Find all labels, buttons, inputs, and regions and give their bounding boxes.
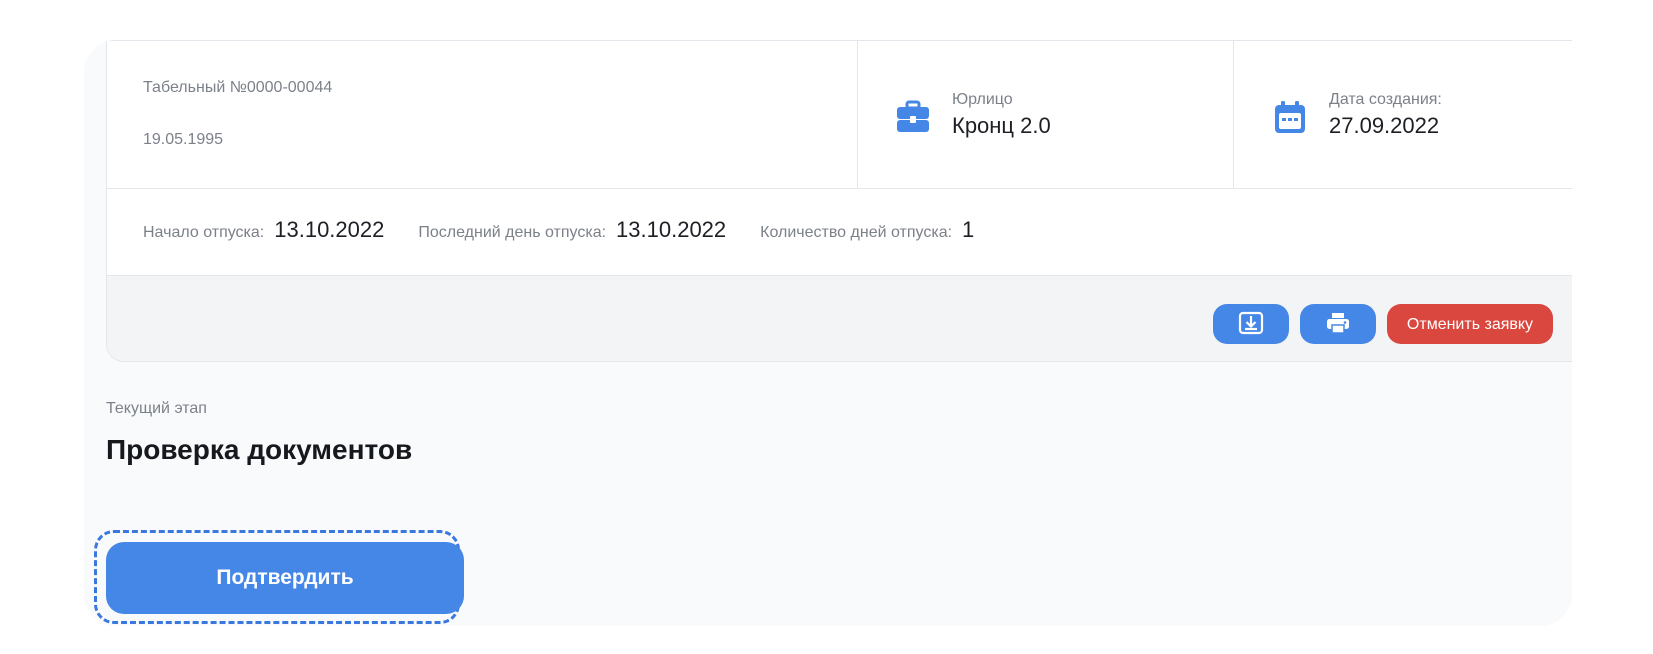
current-stage-title: Проверка документов bbox=[106, 434, 413, 465]
employee-cell: Табельный №0000-00044 19.05.1995 bbox=[107, 41, 858, 188]
vacation-period-row: Начало отпуска: 13.10.2022 Последний ден… bbox=[107, 189, 1572, 276]
vacation-start-label: Начало отпуска: bbox=[143, 224, 265, 241]
print-button[interactable] bbox=[1300, 304, 1376, 344]
vacation-end-label: Последний день отпуска: bbox=[418, 224, 607, 241]
vacation-start-value: 13.10.2022 bbox=[274, 217, 385, 242]
organization-label: Юрлицо bbox=[952, 91, 1013, 108]
current-stage-label: Текущий этап bbox=[106, 400, 207, 417]
calendar-icon bbox=[1272, 99, 1308, 135]
cancel-request-button[interactable]: Отменить заявку bbox=[1387, 304, 1553, 344]
organization-cell: Юрлицо Кронц 2.0 bbox=[857, 41, 1234, 188]
created-date-label: Дата создания: bbox=[1329, 91, 1442, 108]
briefcase-icon bbox=[895, 99, 931, 135]
request-info-row: Табельный №0000-00044 19.05.1995 Юрлицо … bbox=[107, 41, 1572, 189]
employee-birth-date: 19.05.1995 bbox=[143, 131, 224, 148]
created-date-value: 27.09.2022 bbox=[1329, 113, 1440, 138]
employee-tab-number: Табельный №0000-00044 bbox=[143, 79, 333, 96]
page: Табельный №0000-00044 19.05.1995 Юрлицо … bbox=[0, 0, 1653, 654]
download-button[interactable] bbox=[1213, 304, 1289, 344]
confirm-button[interactable]: Подтвердить bbox=[106, 542, 464, 614]
printer-icon bbox=[1325, 311, 1351, 338]
organization-value: Кронц 2.0 bbox=[952, 113, 1051, 138]
vacation-days-value: 1 bbox=[962, 217, 975, 242]
created-date-cell: Дата создания: 27.09.2022 bbox=[1234, 41, 1572, 188]
download-icon bbox=[1238, 311, 1264, 338]
vacation-end-value: 13.10.2022 bbox=[616, 217, 727, 242]
vacation-period: Начало отпуска: 13.10.2022 Последний ден… bbox=[143, 217, 1008, 243]
vacation-days-label: Количество дней отпуска: bbox=[760, 224, 953, 241]
request-panel: Табельный №0000-00044 19.05.1995 Юрлицо … bbox=[84, 40, 1572, 626]
